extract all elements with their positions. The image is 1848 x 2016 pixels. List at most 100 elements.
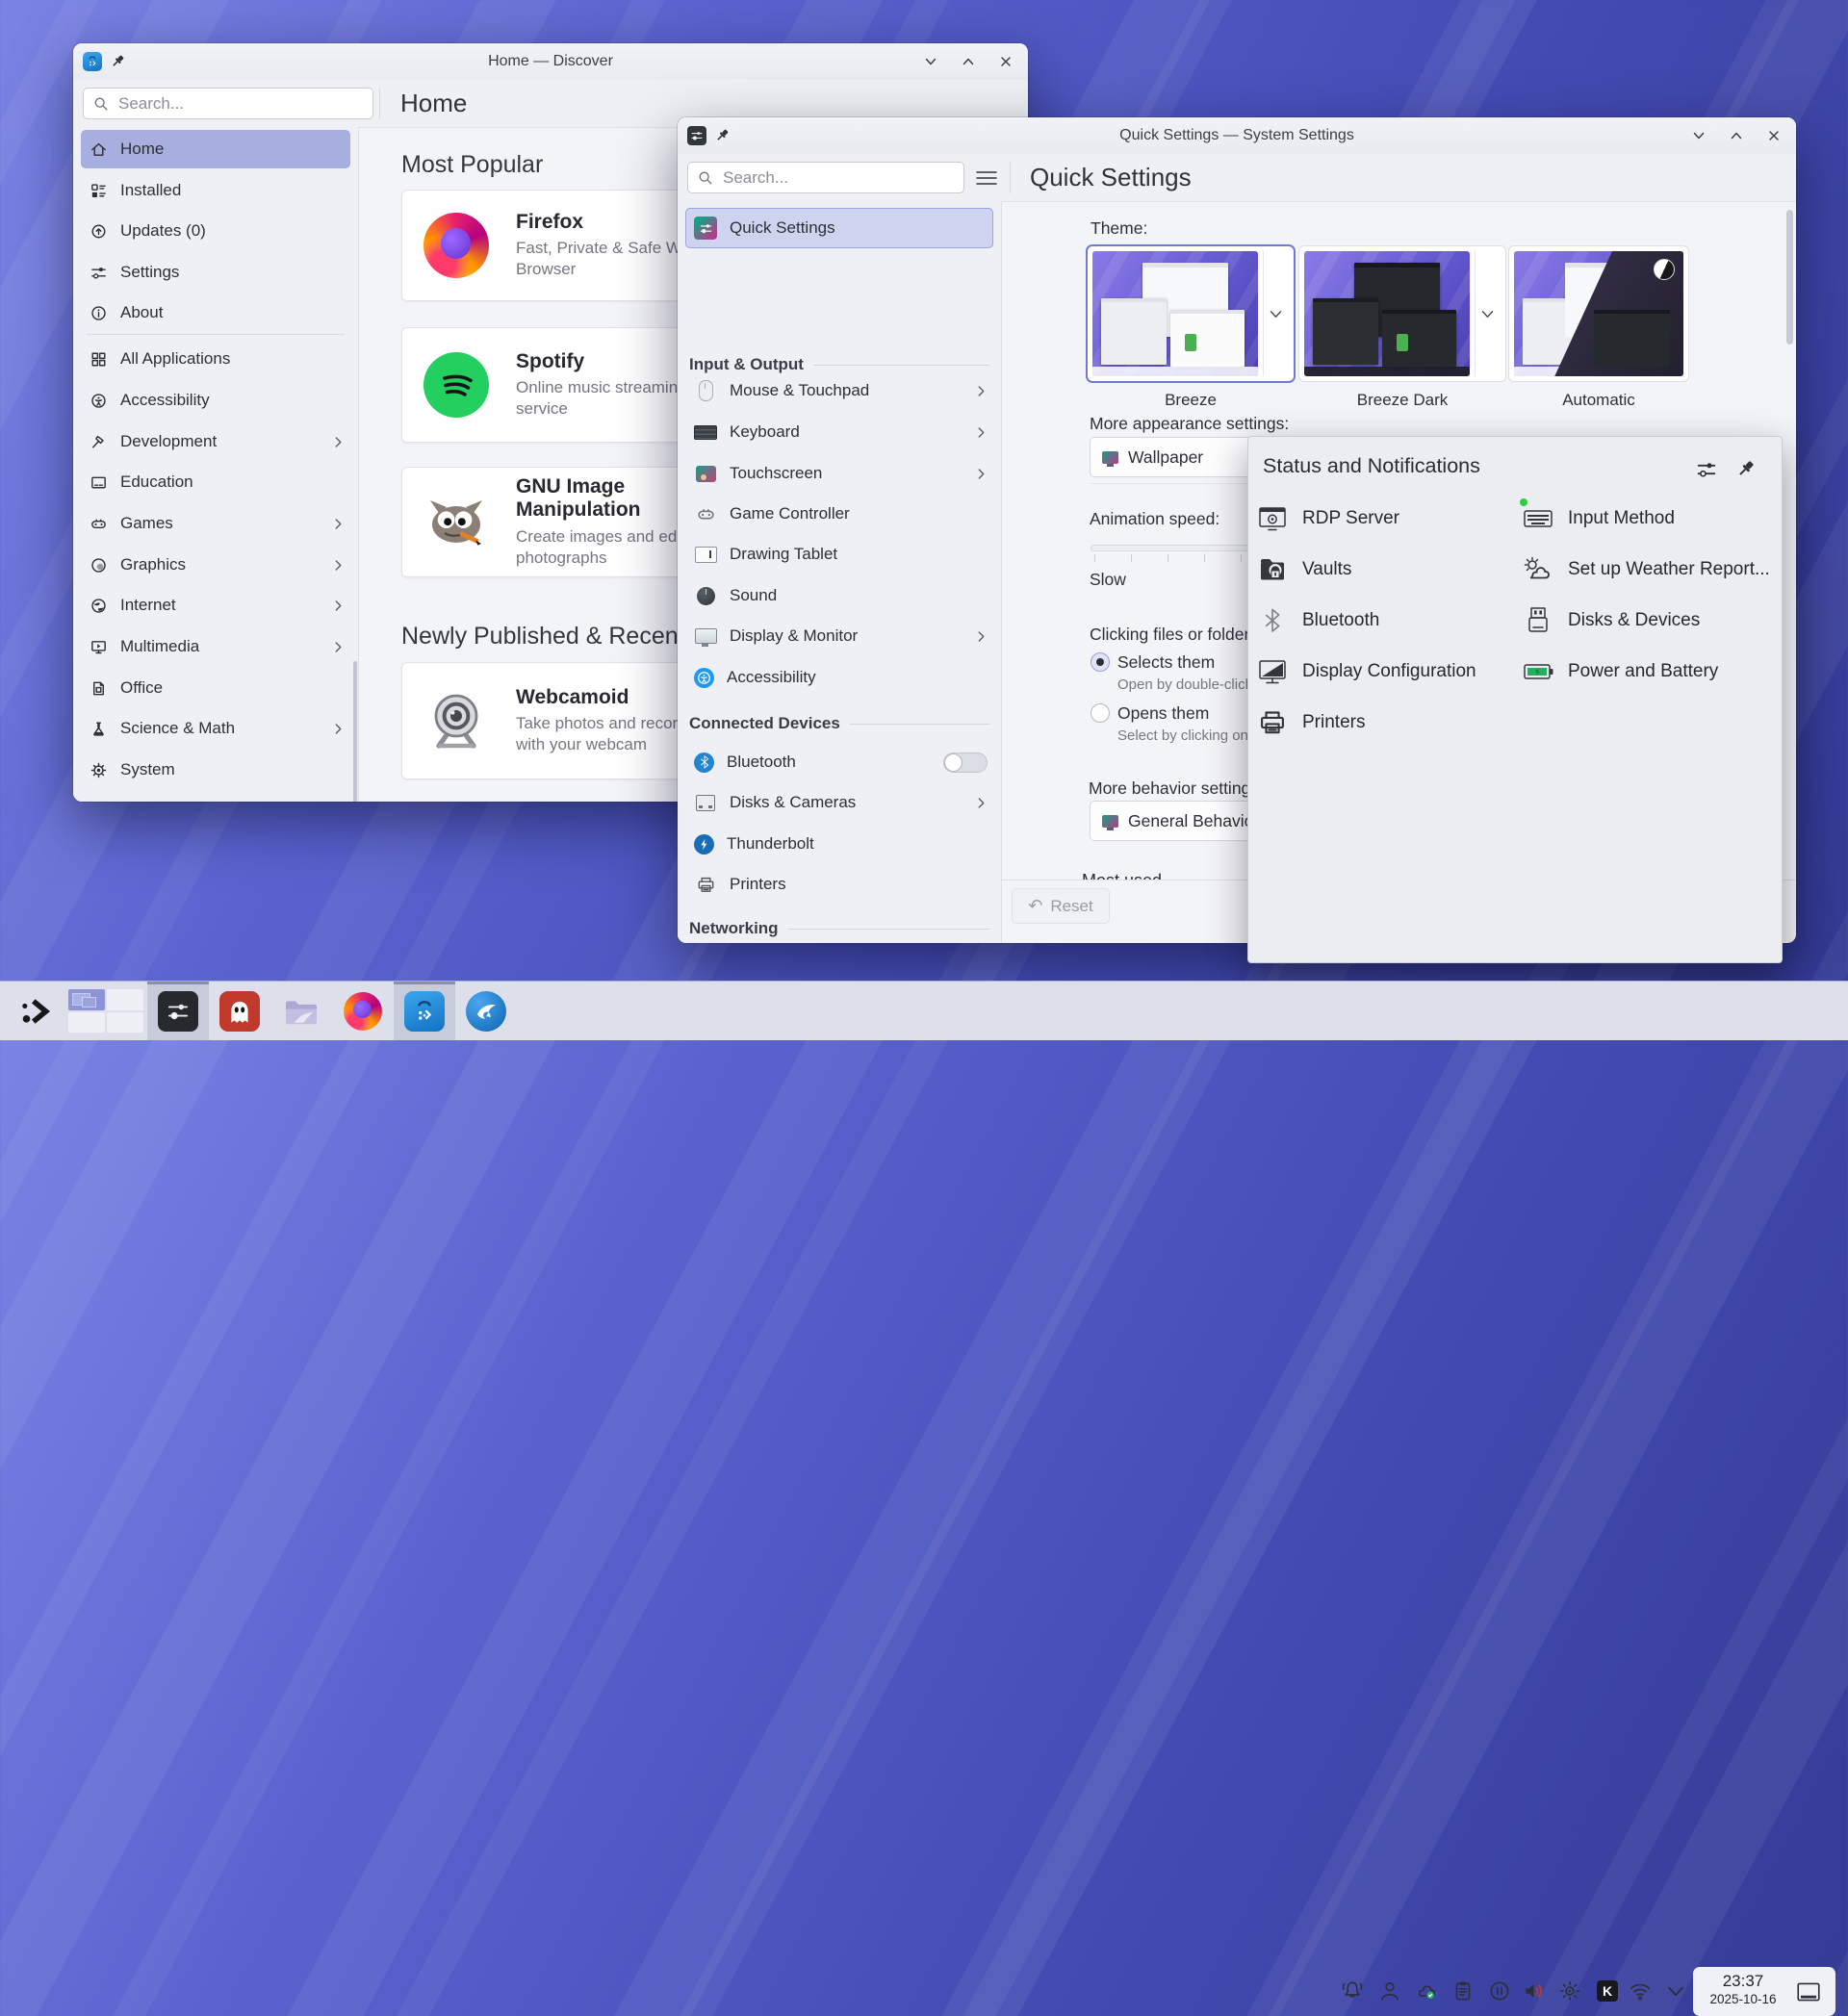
task-system-settings[interactable] — [147, 982, 209, 1040]
pager-desktop-2[interactable] — [107, 989, 143, 1010]
sidebar-item-accessibility[interactable]: Accessibility — [81, 381, 350, 420]
mouse-icon — [694, 379, 717, 402]
sidebar-item-disks-cameras[interactable]: Disks & Cameras — [685, 783, 993, 822]
opens-them-label[interactable]: Opens them — [1117, 703, 1209, 724]
digital-clock[interactable]: 23:37 2025-10-16 — [1693, 1972, 1793, 2006]
task-discover[interactable] — [394, 982, 455, 1040]
pin-icon[interactable] — [1735, 458, 1757, 479]
discover-titlebar[interactable]: Home — Discover — [73, 43, 1028, 81]
sidebar-item-game-controller[interactable]: Game Controller — [685, 495, 993, 533]
sidebar-item-graphics[interactable]: Graphics — [81, 546, 350, 584]
reset-button[interactable]: ↶ Reset — [1012, 888, 1110, 924]
sidebar-item-quick-settings[interactable]: Quick Settings — [685, 208, 993, 248]
sidebar-item-multimedia[interactable]: Multimedia — [81, 627, 350, 666]
discover-search-input[interactable] — [116, 93, 363, 115]
pin-icon[interactable] — [714, 127, 731, 143]
selects-them-label[interactable]: Selects them — [1117, 652, 1215, 673]
sidebar-item-accessibility[interactable]: Accessibility — [685, 658, 993, 697]
sidebar-item-keyboard[interactable]: Keyboard — [685, 413, 993, 451]
sidebar-item-display-monitor[interactable]: Display & Monitor — [685, 617, 993, 655]
notifications-bell-icon[interactable] — [1340, 1978, 1365, 2003]
minimize-icon[interactable] — [924, 55, 937, 68]
pin-icon[interactable] — [110, 53, 126, 69]
popup-item-rdp-server[interactable]: RDP Server — [1256, 501, 1399, 536]
keyboard-layout-indicator[interactable]: K — [1595, 1978, 1620, 2003]
settings-search-input[interactable] — [721, 167, 954, 189]
breeze-dark-dropdown-button[interactable] — [1475, 251, 1501, 376]
popup-item-input-method[interactable]: Input Method — [1522, 501, 1675, 536]
sidebar-item-home[interactable]: Home — [81, 130, 350, 168]
clipboard-icon[interactable] — [1450, 1978, 1476, 2003]
clock-date: 2025-10-16 — [1693, 1992, 1793, 2006]
settings-search[interactable] — [687, 162, 964, 193]
close-icon[interactable] — [1767, 129, 1781, 142]
pager-desktop-3[interactable] — [68, 1012, 105, 1034]
discover-sidebar: Home Installed Updates (0) Settings Abou… — [73, 127, 359, 802]
sidebar-item-drawing-tablet[interactable]: Drawing Tablet — [685, 535, 993, 574]
hamburger-menu-icon[interactable] — [974, 168, 999, 188]
opens-them-radio[interactable] — [1091, 703, 1110, 723]
contrast-icon — [1654, 259, 1675, 280]
configure-icon[interactable] — [1695, 458, 1718, 481]
theme-card-breeze-dark[interactable] — [1298, 245, 1506, 382]
breeze-dropdown-button[interactable] — [1263, 251, 1289, 376]
falkon-task-icon — [466, 991, 506, 1032]
task-file-manager[interactable] — [270, 982, 332, 1040]
pager-desktop-1[interactable] — [68, 989, 105, 1010]
sidebar-item-system[interactable]: System — [81, 751, 350, 789]
theme-card-automatic[interactable] — [1508, 245, 1689, 382]
close-icon[interactable] — [999, 55, 1013, 68]
popup-item-disks-devices[interactable]: Disks & Devices — [1522, 603, 1700, 638]
task-falkon[interactable] — [455, 982, 517, 1040]
sidebar-item-office[interactable]: Office — [81, 669, 350, 707]
sidebar-item-science-math[interactable]: Science & Math — [81, 709, 350, 748]
brightness-sun-icon[interactable] — [1557, 1978, 1582, 2003]
sidebar-item-settings[interactable]: Settings — [81, 253, 350, 292]
sidebar-item-updates[interactable]: Updates (0) — [81, 212, 350, 250]
pause-media-icon[interactable] — [1487, 1978, 1512, 2003]
popup-item-weather-report[interactable]: Set up Weather Report... — [1522, 552, 1770, 587]
popup-item-printers[interactable]: Printers — [1256, 705, 1365, 740]
settings-scrollbar[interactable] — [1786, 210, 1793, 345]
sidebar-item-sound[interactable]: Sound — [685, 576, 993, 615]
sidebar-item-internet[interactable]: Internet — [81, 586, 350, 625]
user-icon[interactable] — [1377, 1978, 1402, 2003]
task-ghostwriter[interactable] — [209, 982, 270, 1040]
sidebar-item-education[interactable]: Education — [81, 463, 350, 501]
volume-icon[interactable] — [1522, 1978, 1547, 2003]
task-firefox[interactable] — [332, 982, 394, 1040]
discover-search[interactable] — [83, 88, 373, 119]
sidebar-item-about[interactable]: About — [81, 293, 350, 332]
maximize-icon[interactable] — [1730, 129, 1743, 142]
show-desktop-icon[interactable] — [1795, 1979, 1822, 2004]
bluetooth-toggle[interactable] — [943, 753, 988, 773]
popup-item-power-battery[interactable]: Power and Battery — [1522, 654, 1718, 689]
maximize-icon[interactable] — [962, 55, 975, 68]
sidebar-scrollbar[interactable] — [353, 661, 357, 802]
cloud-sync-icon[interactable] — [1414, 1978, 1439, 2003]
sidebar-item-thunderbolt[interactable]: Thunderbolt — [685, 825, 993, 863]
popup-item-display-configuration[interactable]: Display Configuration — [1256, 654, 1476, 689]
taskbar: K 23:37 2025-10-16 — [0, 981, 1848, 1040]
sidebar-item-touchscreen[interactable]: Touchscreen — [685, 454, 993, 493]
theme-card-breeze[interactable] — [1087, 245, 1295, 382]
sidebar-item-bluetooth[interactable]: Bluetooth — [685, 743, 993, 781]
home-icon — [90, 140, 108, 159]
app-launcher-icon[interactable] — [15, 991, 56, 1032]
sidebar-item-mouse-touchpad[interactable]: Mouse & Touchpad — [685, 371, 993, 410]
sidebar-item-development[interactable]: Development — [81, 422, 350, 461]
sidebar-item-installed[interactable]: Installed — [81, 171, 350, 210]
network-wifi-icon[interactable] — [1628, 1978, 1653, 2003]
globe-icon — [90, 597, 108, 615]
popup-item-bluetooth[interactable]: Bluetooth — [1256, 603, 1379, 638]
virtual-desktop-pager[interactable] — [68, 989, 143, 1033]
pager-desktop-4[interactable] — [107, 1012, 143, 1034]
sidebar-item-printers[interactable]: Printers — [685, 865, 993, 904]
settings-titlebar[interactable]: Quick Settings — System Settings — [678, 117, 1796, 155]
sidebar-item-games[interactable]: Games — [81, 504, 350, 543]
selects-them-radio[interactable] — [1091, 652, 1110, 672]
popup-item-vaults[interactable]: Vaults — [1256, 552, 1351, 587]
minimize-icon[interactable] — [1692, 129, 1706, 142]
sidebar-item-all-applications[interactable]: All Applications — [81, 340, 350, 378]
tray-expand-chevron-icon[interactable] — [1663, 1978, 1688, 2003]
